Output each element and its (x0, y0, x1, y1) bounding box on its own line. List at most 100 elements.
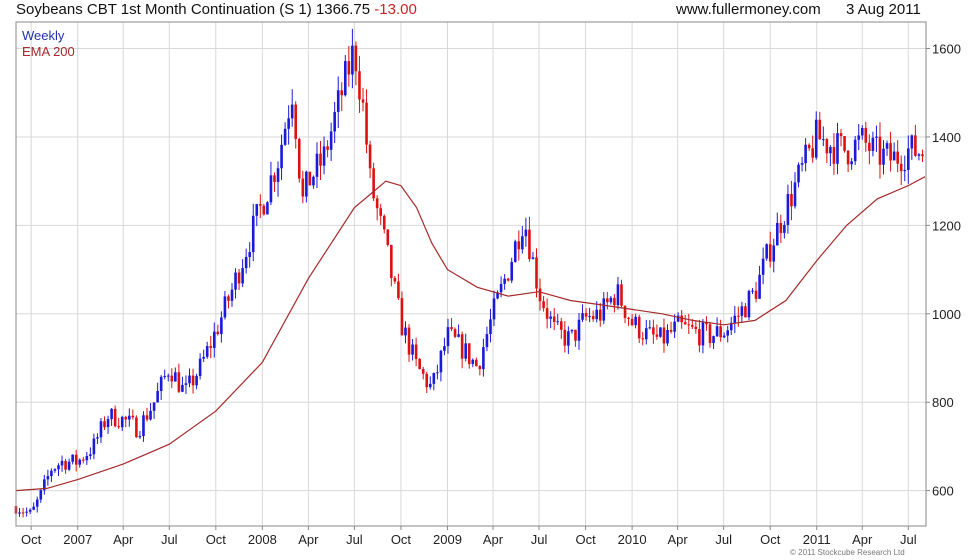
y-axis-ticks: 600 800 1000 1200 1400 1600 (926, 42, 961, 499)
y-tick-label: 800 (932, 395, 954, 410)
candle-up (917, 154, 921, 156)
candle-down (818, 119, 822, 140)
candle-up (85, 455, 89, 461)
candle-down (737, 315, 740, 317)
candle-up (634, 316, 637, 326)
candle-up (903, 169, 907, 172)
candle-up (315, 153, 319, 177)
candle-up (804, 144, 807, 164)
candle-down (227, 296, 230, 301)
candle-down (807, 144, 811, 149)
candle-down (680, 315, 683, 323)
candle-down (620, 284, 623, 306)
candle-up (329, 131, 333, 150)
candle-down (478, 366, 482, 370)
candle-up (783, 224, 786, 233)
candle-up (758, 274, 761, 299)
x-tick-label: Jul (531, 532, 548, 547)
candle-down (535, 257, 538, 289)
candle-up (99, 421, 103, 438)
candle-down (400, 298, 404, 336)
candle-up (446, 327, 450, 347)
x-tick-label: Oct (206, 532, 227, 547)
candle-up (244, 256, 248, 269)
candle-up (159, 376, 163, 391)
legend-weekly: Weekly (22, 28, 65, 43)
candle-up (524, 229, 528, 237)
candle-up (322, 146, 326, 166)
candle-up (184, 383, 188, 385)
candle-down (74, 454, 78, 465)
candle-up (28, 509, 32, 512)
candle-down (460, 334, 464, 359)
candle-up (195, 376, 198, 386)
candle-up (290, 104, 294, 119)
candle-up (499, 283, 503, 293)
candle-up (644, 328, 648, 340)
candle-down (131, 415, 135, 418)
candle-down (418, 358, 421, 370)
candle-down (372, 168, 375, 199)
candle-down (64, 460, 67, 470)
candle-up (255, 204, 259, 216)
candle-up (57, 465, 60, 470)
candle-up (751, 290, 754, 292)
x-tick-label: Apr (483, 532, 504, 547)
candle-up (489, 319, 492, 335)
candle-up (648, 327, 652, 329)
candle-down (896, 151, 899, 164)
candle-up (138, 436, 142, 438)
candle-up (287, 118, 290, 129)
candle-up (251, 215, 255, 253)
candle-up (443, 346, 446, 351)
candle-down (832, 147, 836, 164)
candle-down (669, 329, 673, 332)
candle-down (630, 318, 634, 326)
candle-up (581, 313, 584, 320)
candle-up (772, 245, 776, 262)
candle-down (390, 244, 393, 278)
candle-down (294, 104, 298, 139)
candle-down (425, 373, 429, 388)
candle-up (18, 512, 21, 514)
x-tick-label: 2009 (433, 532, 462, 547)
candle-up (747, 290, 751, 318)
candle-down (846, 150, 850, 165)
candle-up (205, 346, 209, 357)
candle-up (163, 375, 167, 377)
candle-down (273, 175, 276, 182)
candle-up (188, 375, 191, 384)
copyright-notice: © 2011 Stockcube Research Ltd (790, 548, 905, 557)
candle-up (128, 415, 131, 420)
candle-down (655, 334, 659, 337)
x-tick-label: Jul (346, 532, 363, 547)
candle-down (117, 426, 120, 428)
candle-up (198, 358, 202, 377)
candle-up (814, 119, 818, 158)
candle-down (790, 194, 793, 207)
candle-down (326, 146, 329, 150)
candle-down (914, 135, 917, 156)
candle-up (32, 506, 36, 510)
y-tick-label: 1400 (932, 130, 961, 145)
candle-down (591, 316, 595, 320)
candle-down (379, 208, 383, 216)
candle-up (726, 330, 730, 336)
candle-down (347, 61, 351, 75)
candle-up (482, 347, 485, 370)
candle-up (616, 284, 620, 306)
candle-down (103, 421, 106, 428)
candle-up (312, 176, 315, 186)
candle-up (428, 383, 432, 388)
candle-down (768, 244, 772, 262)
candle-up (659, 327, 662, 337)
candle-down (21, 512, 25, 514)
candle-up (96, 437, 99, 439)
x-tick-label: 2010 (618, 532, 647, 547)
candle-up (35, 499, 39, 507)
x-tick-label: Oct (391, 532, 412, 547)
candle-up (89, 454, 92, 456)
candle-down (382, 215, 386, 230)
candle-up (906, 148, 910, 170)
candle-down (386, 229, 390, 245)
